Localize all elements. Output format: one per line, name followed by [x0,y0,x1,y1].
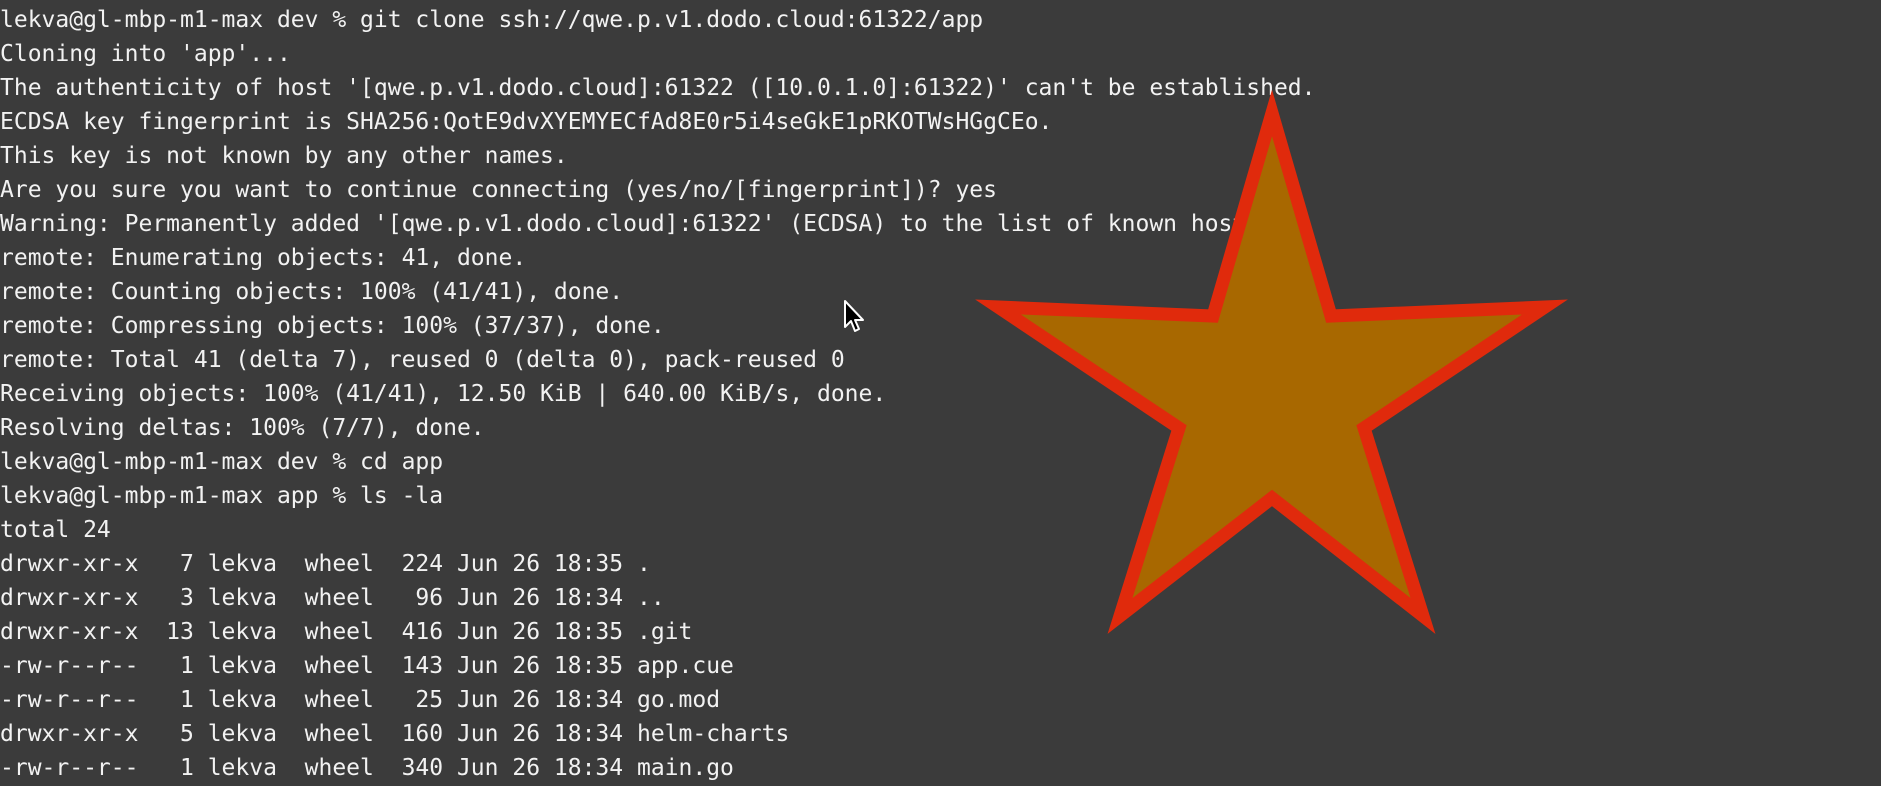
star-icon [975,89,1568,634]
file-listing-row: -rw-r--r-- 1 lekva wheel 25 Jun 26 18:34… [0,687,721,713]
file-listing-row: -rw-r--r-- 1 lekva wheel 340 Jun 26 18:3… [0,755,734,781]
star-shape [975,89,1568,634]
terminal-line: lekva@gl-mbp-m1-max dev % git clone ssh:… [0,7,984,33]
terminal-line: Cloning into 'app'... [0,41,291,67]
file-listing-row: drwxr-xr-x 5 lekva wheel 160 Jun 26 18:3… [0,721,790,747]
cursor-arrow [844,300,864,332]
terminal-window[interactable]: lekva@gl-mbp-m1-max dev % git clone ssh:… [0,0,1881,786]
mouse-cursor-icon [844,300,864,332]
file-listing-row: -rw-r--r-- 1 lekva wheel 143 Jun 26 18:3… [0,653,734,679]
